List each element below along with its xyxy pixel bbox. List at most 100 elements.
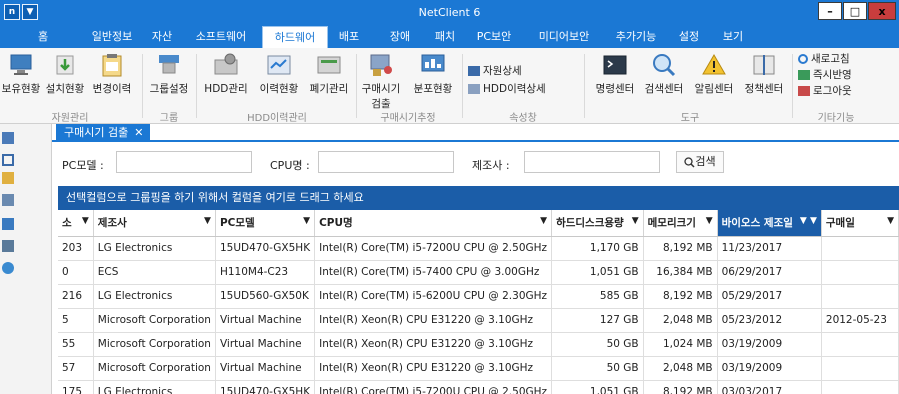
col-header[interactable]: 메모리크기 ▼ — [643, 210, 718, 237]
col-header[interactable]: 하드디스크용량 ▼ — [551, 210, 644, 237]
ribbon-separator — [792, 54, 793, 118]
holdings-button[interactable]: 보유현황 — [0, 52, 42, 96]
col-header[interactable]: 구매일 ▼ — [821, 210, 899, 237]
table-cell: 2,048 MB — [643, 308, 718, 333]
maximize-button[interactable]: □ — [843, 2, 867, 20]
menu-bar: 홈 일반정보 자산 소프트웨어 하드웨어 배포 장애 패치 PC보안 미디어보안… — [0, 26, 899, 48]
filter-icon[interactable]: ▼ — [204, 216, 211, 226]
folder-icon[interactable] — [2, 172, 14, 184]
resource-detail-item[interactable]: 자원상세 — [468, 64, 522, 78]
computer-icon[interactable] — [2, 132, 14, 144]
table-cell: 11/23/2017 — [717, 236, 822, 261]
filter-icon[interactable]: ▼ — [632, 216, 639, 226]
tab-asset[interactable]: 자산 — [144, 26, 180, 48]
col-header[interactable]: 소 ▼ — [58, 210, 94, 237]
left-sidebar — [0, 124, 52, 394]
tab-patch[interactable]: 패치 — [428, 26, 462, 48]
tab-addons[interactable]: 추가기능 — [608, 26, 664, 48]
col-header[interactable]: CPU명 ▼ — [314, 210, 553, 237]
group-label-properties: 속성창 — [509, 113, 537, 124]
table-row[interactable]: 203 LG Electronics 15UD470-GX5HK Intel(R) C… — [58, 236, 899, 261]
search-button[interactable]: 검색 — [676, 151, 724, 173]
table-cell: 05/29/2017 — [717, 284, 822, 309]
tab-hardware[interactable]: 하드웨어 — [262, 26, 328, 48]
group-label-purchase: 구매시기추정 — [380, 113, 436, 124]
hdd-history-detail-item[interactable]: HDD이력상세 — [468, 82, 546, 96]
distribution-icon — [419, 52, 447, 78]
table-cell: 57 — [58, 356, 94, 381]
table-cell: H110M4-C23 — [215, 260, 316, 285]
tab-view[interactable]: 보기 — [716, 26, 750, 48]
group-label-hdd: HDD이력관리 — [247, 113, 307, 124]
table-cell: Intel(R) Xeon(R) CPU E31220 @ 3.10GHz — [314, 332, 553, 357]
col-header[interactable]: 제조사 ▼ — [93, 210, 216, 237]
refresh-item[interactable]: 새로고침 — [798, 52, 850, 66]
maker-label: 제조사 : — [472, 159, 510, 172]
pc-model-input[interactable] — [116, 151, 252, 173]
logout-item[interactable]: 로그아웃 — [798, 84, 852, 98]
table-row[interactable]: 55 Microsoft Corporation Virtual Machine In… — [58, 332, 899, 357]
table-cell: 127 GB — [551, 308, 644, 333]
hdd-management-button[interactable]: HDD관리 — [200, 52, 252, 96]
tab-deploy[interactable]: 배포 — [332, 26, 366, 48]
network-icon[interactable] — [2, 154, 14, 166]
ribbon-separator — [196, 54, 197, 118]
tab-general[interactable]: 일반정보 — [84, 26, 140, 48]
table-cell: ECS — [93, 260, 216, 285]
filter-icon[interactable]: ▼ — [706, 216, 713, 226]
ribbon-separator — [142, 54, 143, 118]
close-tab-icon[interactable]: ✕ — [134, 126, 143, 139]
group-by-panel[interactable]: 선택컬럼으로 그룹핑을 하기 위해서 컬럼을 여기로 드래그 하세요 — [58, 186, 899, 210]
globe-icon[interactable] — [2, 262, 14, 274]
history-status-button[interactable]: 이력현황 — [254, 52, 304, 96]
detail-icon — [468, 66, 480, 76]
table-cell: Intel(R) Xeon(R) CPU E31220 @ 3.10GHz — [314, 308, 553, 333]
table-cell: 1,051 GB — [551, 380, 644, 394]
distribution-button[interactable]: 분포현황 — [408, 52, 458, 96]
change-history-button[interactable]: 변경이력 — [88, 52, 136, 96]
sort-filter-icon[interactable]: ▼ ▼ — [800, 216, 817, 226]
tab-home[interactable]: 홈 — [28, 26, 58, 48]
search-center-button[interactable]: 검색센터 — [640, 52, 688, 96]
table-row[interactable]: 5 Microsoft Corporation Virtual Machine Int… — [58, 308, 899, 333]
disposal-management-button[interactable]: 폐기관리 — [304, 52, 354, 96]
stack-icon[interactable] — [2, 218, 14, 230]
tab-pc-security[interactable]: PC보안 — [470, 26, 518, 48]
tab-media-security[interactable]: 미디어보안 — [528, 26, 600, 48]
hdd-disposal-icon — [315, 52, 343, 78]
group-settings-button[interactable]: 그룹설정 — [146, 52, 192, 96]
table-cell: Intel(R) Core(TM) i5-7200U CPU @ 2.50GHz — [314, 236, 553, 261]
inbox-icon[interactable] — [2, 240, 14, 252]
table-row[interactable]: 216 LG Electronics 15UD560-GX50K Intel(R) C… — [58, 284, 899, 309]
table-row[interactable]: 57 Microsoft Corporation Virtual Machine In… — [58, 356, 899, 381]
cpu-input[interactable] — [318, 151, 454, 173]
table-cell: 50 GB — [551, 356, 644, 381]
table-row[interactable]: 0 ECS H110M4-C23 Intel(R) Core(TM) i5-7400 … — [58, 260, 899, 285]
tab-software[interactable]: 소프트웨어 — [188, 26, 254, 48]
tab-purchase-detect[interactable]: 구매시기 검출 ✕ — [56, 124, 150, 142]
minimize-button[interactable]: – — [818, 2, 842, 20]
purchase-detect-button[interactable]: 구매시기 검출 — [358, 52, 404, 111]
policy-center-button[interactable]: 정책센터 — [740, 52, 788, 96]
table-row[interactable]: 175 LG Electronics 15UD470-GX5HK Intel(R) C… — [58, 380, 899, 394]
col-header[interactable]: PC모델 ▼ — [215, 210, 316, 237]
close-button[interactable]: x — [868, 2, 896, 20]
filter-icon[interactable]: ▼ — [887, 216, 894, 226]
command-center-button[interactable]: 명령센터 — [592, 52, 638, 96]
monitor-icon[interactable] — [2, 194, 14, 206]
filter-icon[interactable]: ▼ — [303, 216, 310, 226]
table-cell: 1,051 GB — [551, 260, 644, 285]
filter-icon[interactable]: ▼ — [82, 216, 89, 226]
search-icon — [684, 156, 695, 168]
tab-failure[interactable]: 장애 — [383, 26, 417, 48]
table-cell: 55 — [58, 332, 94, 357]
table-cell: 1,024 MB — [643, 332, 718, 357]
filter-icon[interactable]: ▼ — [540, 216, 547, 226]
table-cell: 50 GB — [551, 332, 644, 357]
apply-now-item[interactable]: 즉시반영 — [798, 68, 852, 82]
maker-input[interactable] — [524, 151, 660, 173]
col-header-sorted[interactable]: 바이오스 제조일 ▼ ▼ — [717, 210, 822, 237]
tab-settings[interactable]: 설정 — [672, 26, 706, 48]
install-status-button[interactable]: 설치현황 — [44, 52, 86, 96]
alert-center-button[interactable]: 알림센터 — [690, 52, 738, 96]
